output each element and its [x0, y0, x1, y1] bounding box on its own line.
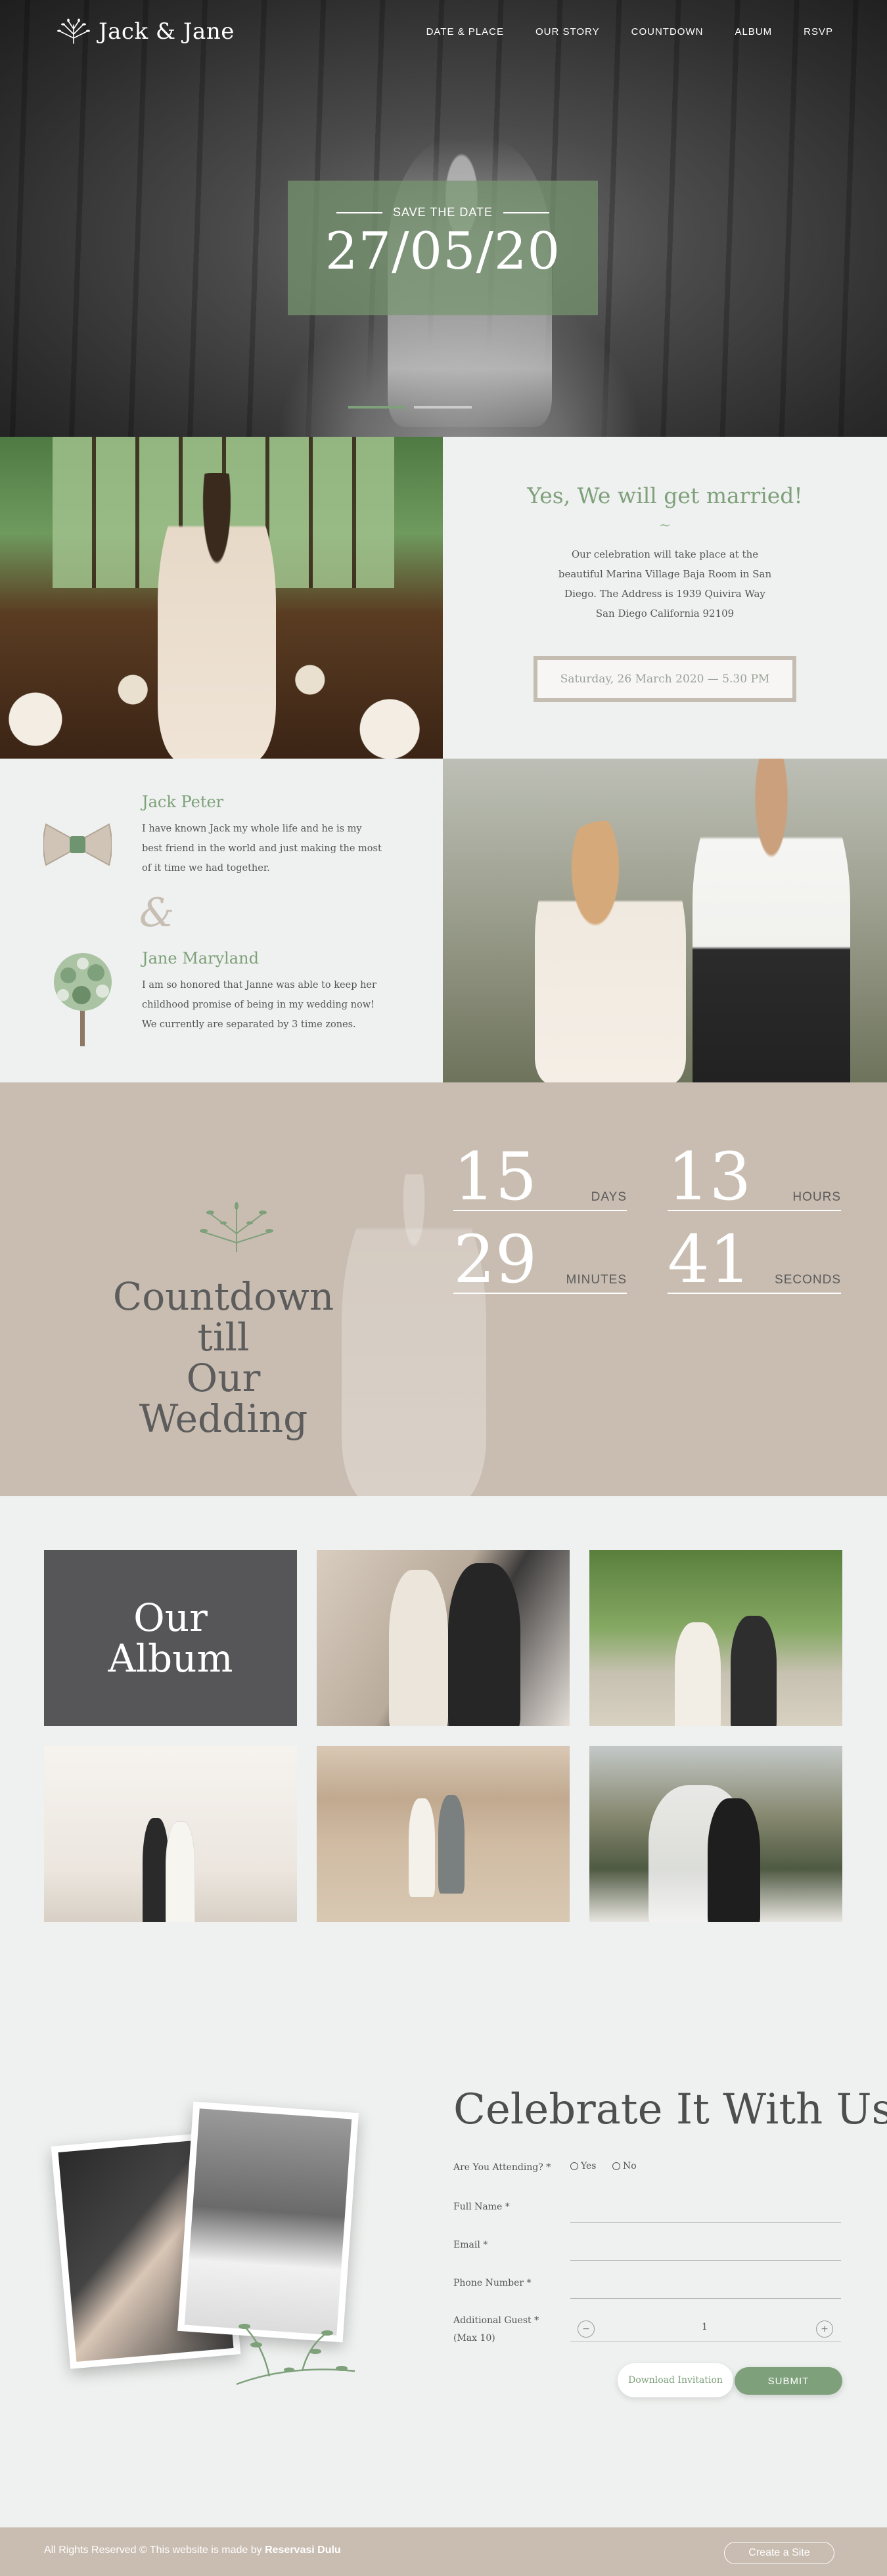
married-title: Yes, We will get married!: [527, 483, 803, 508]
attending-label: Are You Attending? *: [453, 2162, 551, 2173]
bride-description: I am so honored that Janne was able to k…: [142, 980, 376, 1030]
couple-section: Jack Peter I have known Jack my whole li…: [0, 759, 443, 1082]
max-guest-note: (Max 10): [453, 2333, 495, 2343]
couple-photo: [443, 759, 887, 1082]
groom-name: Jack Peter: [142, 793, 224, 811]
leaf-branch-icon: [200, 1202, 273, 1252]
countdown-hours: 13 HOURS: [668, 1138, 841, 1215]
groom-description: I have known Jack my whole life and he i…: [142, 824, 382, 874]
footer: All Rights Reserved © This website is ma…: [0, 2527, 887, 2576]
save-the-date-label: SAVE THE DATE: [392, 206, 493, 219]
email-input[interactable]: [570, 2260, 841, 2261]
slider-dot-2[interactable]: [414, 406, 472, 409]
attending-yes-radio[interactable]: Yes: [570, 2161, 597, 2171]
countdown-title: Countdown till Our Wedding: [112, 1274, 334, 1441]
phone-label: Phone Number *: [453, 2278, 532, 2288]
event-date-button[interactable]: Saturday, 26 March 2020 — 5.30 PM: [534, 656, 796, 702]
attending-no-radio[interactable]: No: [612, 2161, 637, 2171]
guest-decrement-button[interactable]: −: [578, 2321, 595, 2338]
nav-date-place[interactable]: DATE & PLACE: [426, 26, 504, 37]
countdown-days: 15 DAYS: [453, 1138, 627, 1215]
hero-section: Jack & Jane DATE & PLACE OUR STORY COUNT…: [0, 0, 887, 437]
album-photo-1[interactable]: [317, 1550, 570, 1726]
email-label: Email *: [453, 2240, 488, 2250]
phone-input[interactable]: [570, 2298, 841, 2299]
tree-icon: [54, 953, 112, 1046]
logo-text: Jack & Jane: [99, 18, 235, 45]
guest-increment-button[interactable]: +: [816, 2321, 833, 2338]
slider-dot-1[interactable]: [348, 406, 406, 409]
album-photo-4[interactable]: [317, 1746, 570, 1922]
full-name-label: Full Name *: [453, 2202, 510, 2212]
tilde-divider: ~: [658, 518, 671, 534]
aisle-photo: [0, 437, 443, 759]
countdown-minutes: 29 MINUTES: [453, 1221, 627, 1298]
branch-logo-icon: [57, 18, 90, 44]
aisle-flowers: [0, 660, 443, 759]
site-logo[interactable]: Jack & Jane: [55, 18, 235, 45]
nav-our-story[interactable]: OUR STORY: [535, 26, 600, 37]
create-site-button[interactable]: Create a Site: [724, 2542, 834, 2564]
rsvp-title: Celebrate It With Us!: [453, 2085, 887, 2134]
album-photo-3[interactable]: [44, 1746, 297, 1922]
nav-countdown[interactable]: COUNTDOWN: [631, 26, 704, 37]
greenery-ornament-icon: [236, 2324, 355, 2386]
submit-button[interactable]: SUBMIT: [735, 2367, 842, 2395]
album-photo-2[interactable]: [589, 1550, 842, 1726]
album-title: Our Album: [44, 1550, 297, 1726]
album-photo-5[interactable]: [589, 1746, 842, 1922]
ampersand-ornament: &: [139, 890, 175, 936]
nav-rsvp[interactable]: RSVP: [804, 26, 833, 37]
additional-guest-label: Additional Guest *: [453, 2315, 539, 2326]
wedding-date: 27/05/20: [325, 222, 561, 281]
full-name-input[interactable]: [570, 2222, 841, 2223]
countdown-seconds: 41 SECONDS: [668, 1221, 841, 1298]
footer-brand-link[interactable]: Reservasi Dulu: [265, 2544, 341, 2556]
footer-copyright: All Rights Reserved © This website is ma…: [44, 2544, 341, 2556]
slider-dots: [348, 406, 472, 409]
bow-tie-icon: [43, 823, 112, 866]
guest-count-value: 1: [702, 2322, 708, 2332]
venue-description: Our celebration will take place at the b…: [558, 548, 772, 619]
bride-name: Jane Maryland: [142, 949, 259, 967]
divider-line: [503, 211, 550, 213]
save-the-date-box: SAVE THE DATE 27/05/20: [288, 181, 598, 315]
main-nav: DATE & PLACE OUR STORY COUNTDOWN ALBUM R…: [426, 26, 833, 37]
nav-album[interactable]: ALBUM: [735, 26, 772, 37]
download-invitation-button[interactable]: Download Invitation: [618, 2363, 733, 2397]
divider-line: [336, 211, 382, 213]
countdown-section: Countdown till Our Wedding 15 DAYS 13 HO…: [0, 1082, 887, 1496]
date-place-section: Yes, We will get married! ~ Our celebrat…: [443, 437, 887, 759]
